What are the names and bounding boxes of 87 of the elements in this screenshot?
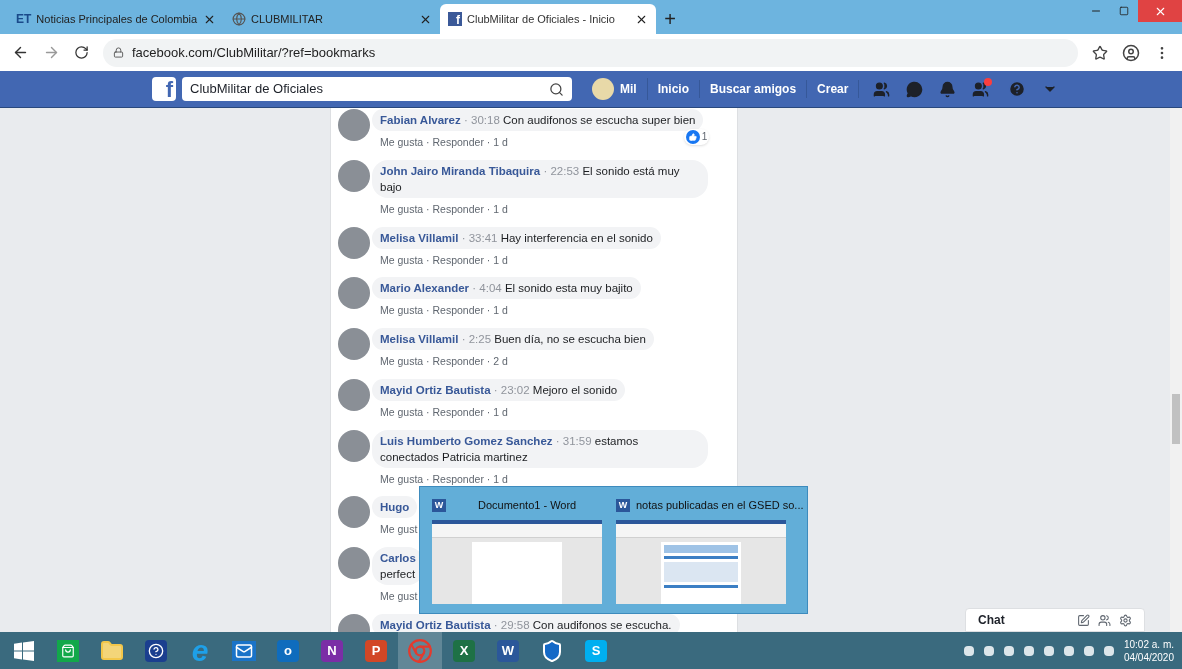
- like-count[interactable]: 1: [683, 129, 710, 145]
- avatar[interactable]: [338, 328, 370, 360]
- scrollbar[interactable]: [1170, 108, 1182, 632]
- comment-actions[interactable]: Me gusta · Responder · 1 d: [372, 135, 508, 151]
- app-icon[interactable]: X: [453, 639, 475, 662]
- profile-name[interactable]: Mil: [620, 80, 637, 98]
- friends-icon[interactable]: [873, 80, 891, 98]
- like-icon: [685, 130, 700, 144]
- app-icon[interactable]: W: [497, 639, 519, 662]
- comment-text: Melisa Villamil · 33:41 Hay interferencia en el sonido: [380, 231, 653, 244]
- browser-tab[interactable]: CLUBMILITAR: [224, 4, 440, 34]
- word-icon: W: [432, 498, 446, 512]
- new-tab-button[interactable]: +: [656, 4, 684, 34]
- tab-title: CLUBMILITAR: [251, 11, 324, 27]
- avatar: [592, 78, 614, 100]
- window-title[interactable]: Documento1 - Word: [452, 497, 577, 514]
- profile-link[interactable]: Mil: [592, 78, 648, 100]
- avatar[interactable]: [338, 496, 370, 529]
- window-thumbnail[interactable]: [432, 519, 602, 604]
- nav-link[interactable]: Buscar amigos: [700, 80, 808, 98]
- word-icon: W: [616, 498, 630, 512]
- comment-text: Carlos perfect: [380, 552, 416, 582]
- notifications-icon[interactable]: [939, 80, 957, 98]
- nav-link[interactable]: Crear: [807, 80, 860, 98]
- clock[interactable]: 10:02 a. m. 04/04/2020: [1123, 637, 1182, 664]
- avatar[interactable]: [338, 547, 370, 579]
- app-icon[interactable]: P: [365, 639, 387, 662]
- avatar[interactable]: [338, 277, 370, 310]
- browser-tab[interactable]: f ClubMilitar de Oficiales - Inicio: [440, 4, 656, 34]
- windows-icon[interactable]: [14, 640, 34, 661]
- comment-text: Fabian Alvarez · 30:18 Con audifonos se escucha super bien: [380, 114, 696, 126]
- url-text: facebook.com/ClubMilitar/?ref=bookmarks: [132, 43, 376, 62]
- comment-text: Hugo: [380, 501, 410, 514]
- compose-icon[interactable]: [1077, 613, 1090, 627]
- tab-title: Noticias Principales de Colombia: [36, 11, 198, 27]
- folder-icon[interactable]: [100, 638, 124, 663]
- forward-icon[interactable]: [43, 44, 60, 61]
- back-icon[interactable]: [12, 44, 29, 61]
- address-bar[interactable]: facebook.com/ClubMilitar/?ref=bookmarks: [103, 38, 1078, 67]
- nav-link[interactable]: Inicio: [647, 80, 700, 98]
- store-icon[interactable]: [57, 639, 79, 662]
- window-thumbnail[interactable]: [616, 519, 786, 604]
- comment-actions[interactable]: Me gusta · Responder · 1 d: [372, 252, 508, 269]
- reload-icon[interactable]: [74, 45, 89, 60]
- group-icon[interactable]: [972, 80, 990, 98]
- search-field[interactable]: ClubMilitar de Oficiales: [182, 77, 572, 101]
- help-icon[interactable]: [145, 639, 167, 662]
- people-icon[interactable]: [1098, 613, 1111, 627]
- restore-icon[interactable]: [1119, 6, 1129, 16]
- app-icon[interactable]: N: [321, 639, 343, 662]
- comment-actions[interactable]: Me gusta · Responder · 2 d: [372, 354, 508, 370]
- avatar[interactable]: [338, 109, 370, 141]
- globe-icon: [232, 12, 246, 26]
- comment-actions[interactable]: Me gusta · Responder · 1 d: [372, 404, 508, 421]
- comment-actions[interactable]: Me gusta · Responder · 1 d: [372, 471, 508, 488]
- settings-icon[interactable]: [1119, 613, 1132, 627]
- chat-bar[interactable]: Chat: [965, 608, 1145, 632]
- comment-text: Luis Humberto Gomez Sanchez · 31:59 estamos conectados Patricia martinez: [380, 434, 639, 463]
- search-text: ClubMilitar de Oficiales: [190, 80, 324, 99]
- tab-title: ClubMilitar de Oficiales - Inicio: [467, 11, 616, 27]
- comment-actions[interactable]: Me gust: [372, 589, 418, 605]
- bookmark-star-icon[interactable]: [1092, 44, 1108, 61]
- avatar[interactable]: [338, 378, 370, 411]
- lock-icon: [113, 47, 124, 58]
- facebook-logo[interactable]: f: [152, 77, 176, 101]
- avatar[interactable]: [338, 159, 370, 192]
- comment-text: Mario Alexander · 4:04 El sonido esta muy bajito: [380, 282, 633, 295]
- shield-icon[interactable]: [540, 638, 564, 663]
- avatar[interactable]: [338, 429, 370, 462]
- comment-text: Mayid Ortiz Bautista · 29:58 Con audifonos se escucha.: [380, 618, 672, 631]
- app-icon[interactable]: o: [277, 639, 299, 662]
- comment-actions[interactable]: Me gust: [372, 522, 418, 538]
- comment-actions[interactable]: Me gusta · Responder · 1 d: [372, 303, 508, 319]
- search-icon[interactable]: [549, 81, 564, 97]
- browser-tab[interactable]: ET Noticias Principales de Colombia: [8, 4, 224, 34]
- avatar[interactable]: [338, 226, 370, 259]
- facebook-logo: f: [448, 12, 462, 26]
- window-title[interactable]: notas publicadas en el GSED so...: [636, 497, 804, 514]
- comment-actions[interactable]: Me gusta · Responder · 1 d: [372, 201, 508, 218]
- comment-text: Mayid Ortiz Bautista · 23:02 Mejoro el sonido: [380, 383, 618, 396]
- comment-text: John Jairo Miranda Tibaquira · 22:53 El sonido está muy bajo: [380, 164, 680, 193]
- site-logo: ET: [16, 11, 32, 28]
- mail-icon[interactable]: [232, 640, 256, 661]
- comment-text: Melisa Villamil · 2:25 Buen día, no se escucha bien: [380, 333, 646, 345]
- messenger-icon[interactable]: [906, 80, 924, 98]
- like-number: 1: [701, 130, 708, 144]
- profile-icon[interactable]: [1122, 43, 1140, 62]
